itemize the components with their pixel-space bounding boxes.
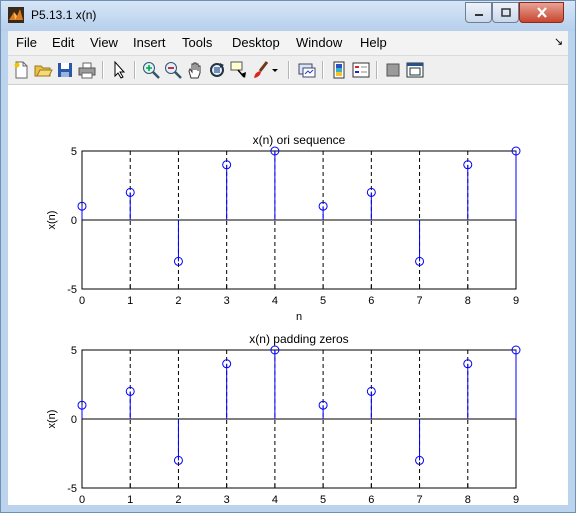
x-tick-label: 7	[416, 494, 422, 505]
zoom-in-icon[interactable]	[141, 60, 161, 80]
toolbar-separator	[102, 61, 104, 79]
matlab-icon	[8, 7, 24, 23]
figure-toolbar	[8, 56, 568, 85]
x-axis-label: n	[296, 311, 302, 323]
axes-1: 0 1 2 3 4 5 6 7 8 9-505x(n) ori sequencenx(n)	[46, 133, 521, 323]
x-tick-label: 6	[368, 295, 374, 307]
zoom-out-icon[interactable]	[163, 60, 183, 80]
x-tick-label: 5	[320, 295, 326, 307]
dock-arrow-icon[interactable]: ↘	[554, 35, 563, 48]
menu-file[interactable]: File	[16, 35, 37, 50]
hide-plot-tools-icon[interactable]	[383, 60, 403, 80]
insert-legend-icon[interactable]	[351, 60, 371, 80]
menu-desktop[interactable]: Desktop	[232, 35, 280, 50]
toolbar-separator	[376, 61, 378, 79]
x-tick-label: 5	[320, 494, 326, 505]
menu-insert[interactable]: Insert	[133, 35, 166, 50]
x-tick-label: 4	[272, 295, 278, 307]
toolbar-separator	[322, 61, 324, 79]
menu-tools[interactable]: Tools	[182, 35, 212, 50]
x-tick-label: 6	[368, 494, 374, 505]
x-tick-label: 0	[79, 494, 85, 505]
title-bar[interactable]: P5.13.1 x(n)	[1, 1, 575, 31]
rotate-3d-icon[interactable]	[207, 60, 227, 80]
x-tick-label: 9	[513, 494, 519, 505]
y-axis-label: x(n)	[46, 410, 58, 429]
x-tick-label: 9	[513, 295, 519, 307]
link-plot-icon[interactable]	[297, 60, 317, 80]
x-tick-label: 2	[175, 295, 181, 307]
new-figure-icon[interactable]	[11, 60, 31, 80]
insert-colorbar-icon[interactable]	[329, 60, 349, 80]
figure-canvas: 0 1 2 3 4 5 6 7 8 9 -5 0 5 x(n) ori sequence n x(n) 0 1 2 3…	[8, 85, 568, 513]
print-icon[interactable]	[77, 60, 97, 80]
axes-title: x(n) padding zeros	[249, 332, 348, 346]
menu-help[interactable]: Help	[360, 35, 387, 50]
x-tick-label: 1	[127, 295, 133, 307]
open-file-icon[interactable]	[33, 60, 53, 80]
x-tick-label: 3	[224, 494, 230, 505]
save-icon[interactable]	[55, 60, 75, 80]
x-tick-label: 2	[175, 494, 181, 505]
menu-window[interactable]: Window	[296, 35, 342, 50]
y-tick-label: 0	[71, 215, 77, 227]
menu-view[interactable]: View	[90, 35, 118, 50]
close-icon	[536, 7, 547, 18]
x-tick-label: 7	[416, 295, 422, 307]
show-plot-tools-icon[interactable]	[405, 60, 425, 80]
x-tick-label: 8	[465, 494, 471, 505]
x-tick-label: 3	[224, 295, 230, 307]
maximize-icon	[500, 7, 511, 17]
minimize-icon	[474, 13, 483, 16]
toolbar-separator	[134, 61, 136, 79]
y-tick-label: 5	[71, 345, 77, 357]
axes-title: x(n) ori sequence	[253, 133, 346, 147]
toolbar-separator	[288, 61, 290, 79]
menu-bar: File Edit View Insert Tools Desktop Wind…	[8, 31, 568, 56]
figure-window: P5.13.1 x(n) File Edit View Insert Tools…	[0, 0, 576, 513]
axes-2: 0123456789-505x(n) padding zerosnx(n)	[46, 332, 521, 513]
window-title: P5.13.1 x(n)	[31, 8, 97, 22]
data-cursor-icon[interactable]	[229, 60, 249, 80]
x-tick-label: 0	[79, 295, 85, 307]
client-area: File Edit View Insert Tools Desktop Wind…	[8, 31, 568, 513]
y-axis-label: x(n)	[46, 211, 58, 230]
y-tick-label: -5	[67, 483, 77, 495]
x-tick-label: 4	[272, 494, 278, 505]
y-tick-label: 0	[71, 414, 77, 426]
x-tick-label: 8	[465, 295, 471, 307]
figure-plots: 0 1 2 3 4 5 6 7 8 9-505x(n) ori sequencenx(n)0 1 2 3…	[46, 133, 521, 513]
edit-plot-arrow-icon[interactable]	[109, 60, 129, 80]
y-tick-label: 5	[71, 146, 77, 158]
pan-hand-icon[interactable]	[185, 60, 205, 80]
brush-dropdown-icon[interactable]	[270, 60, 280, 80]
menu-edit[interactable]: Edit	[52, 35, 74, 50]
close-button[interactable]	[519, 2, 564, 23]
x-tick-label: 1	[127, 494, 133, 505]
y-tick-label: -5	[67, 284, 77, 296]
brush-icon[interactable]	[251, 60, 271, 80]
maximize-button[interactable]	[492, 2, 519, 23]
minimize-button[interactable]	[465, 2, 492, 23]
